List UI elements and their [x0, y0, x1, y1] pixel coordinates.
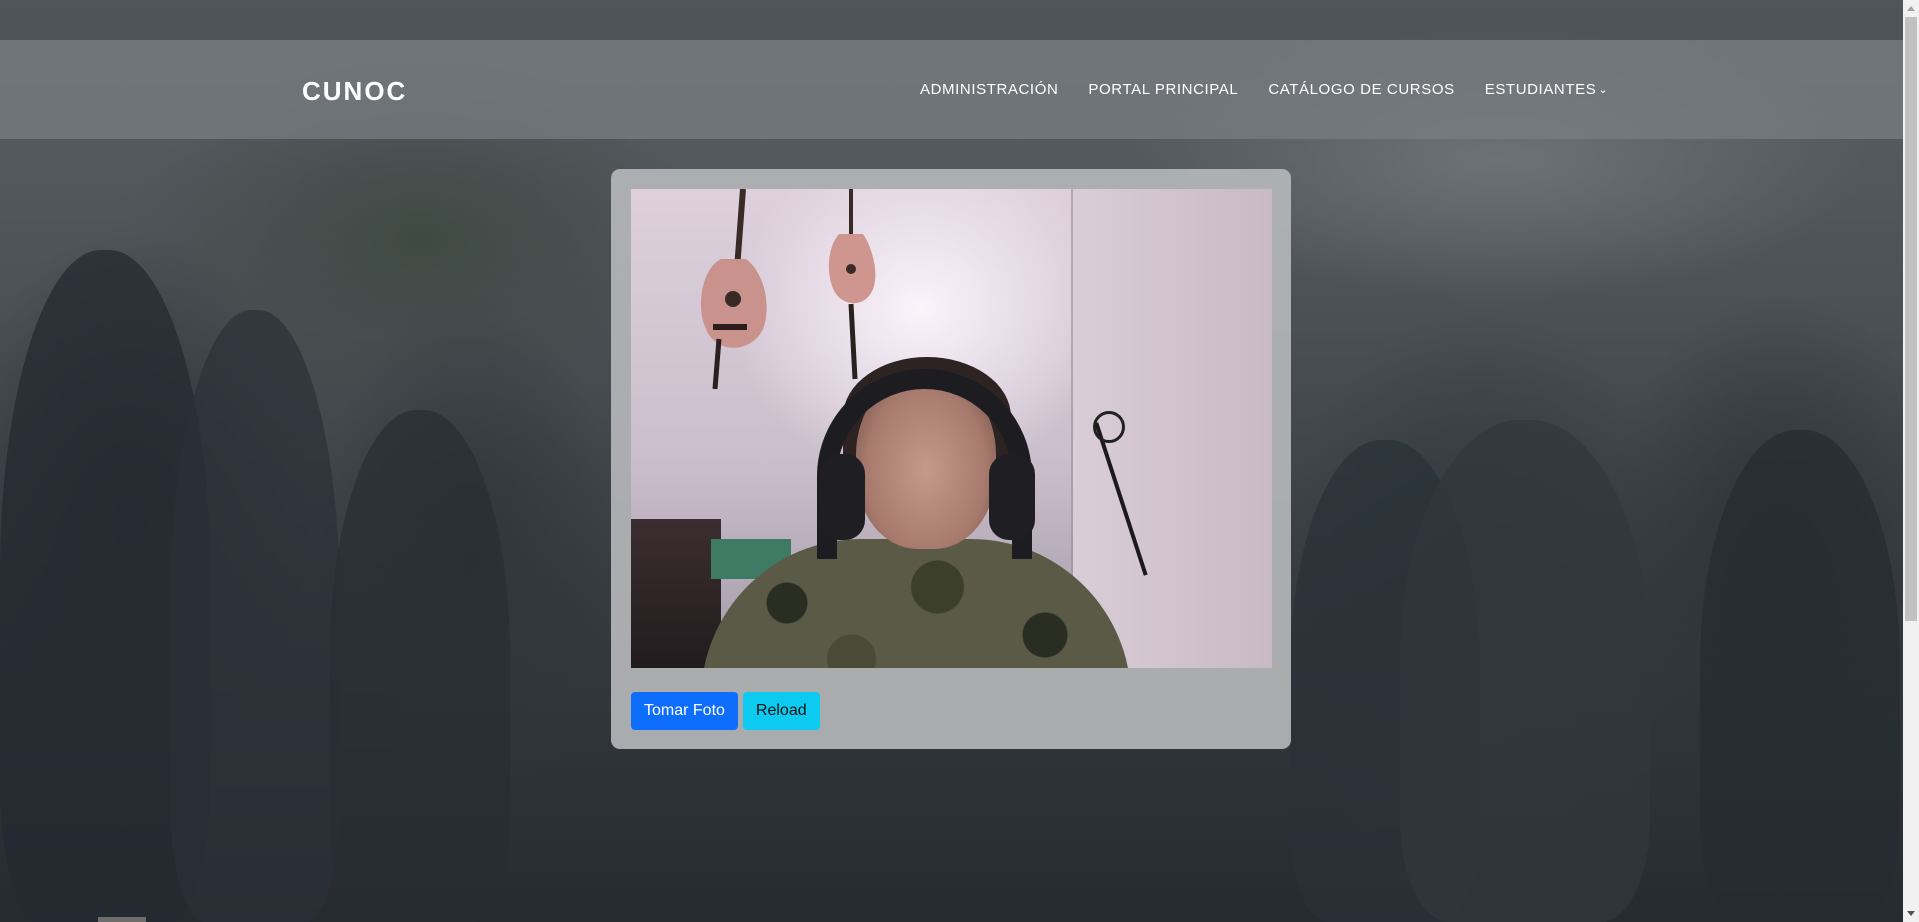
horizontal-scroll-indicator [98, 917, 146, 922]
nav-dropdown-estudiantes[interactable]: ESTUDIANTES ⌄ [1485, 81, 1608, 98]
take-photo-button[interactable]: Tomar Foto [631, 692, 738, 730]
nav-link-portal-principal[interactable]: PORTAL PRINCIPAL [1088, 81, 1238, 98]
ukulele-image [828, 189, 876, 380]
camera-card: Tomar Foto Reload [611, 169, 1291, 749]
nav-link-catalogo-de-cursos[interactable]: CATÁLOGO DE CURSOS [1268, 81, 1454, 98]
navbar: CUNOC ADMINISTRACIÓN PORTAL PRINCIPAL CA… [0, 40, 1903, 139]
chevron-down-icon: ⌄ [1598, 84, 1609, 96]
scroll-thumb[interactable] [1905, 17, 1917, 621]
guitar-image [701, 189, 767, 389]
scroll-down-icon[interactable] [1907, 911, 1915, 916]
nav-dropdown-label: ESTUDIANTES [1484, 81, 1597, 98]
nav-link-administracion[interactable]: ADMINISTRACIÓN [920, 81, 1058, 98]
vertical-scrollbar[interactable] [1903, 0, 1919, 922]
webcam-preview [631, 189, 1272, 668]
reload-button[interactable]: Reload [742, 692, 820, 730]
scroll-up-icon[interactable] [1907, 6, 1915, 11]
top-strip [0, 0, 1903, 40]
camera-actions: Tomar Foto Reload [631, 692, 820, 730]
brand-logo[interactable]: CUNOC [302, 76, 407, 107]
nav-menu: ADMINISTRACIÓN PORTAL PRINCIPAL CATÁLOGO… [920, 81, 1638, 98]
